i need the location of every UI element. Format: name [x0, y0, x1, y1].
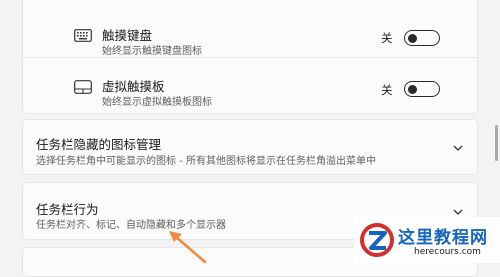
watermark-title: 这里教程网 [398, 228, 488, 248]
touchpad-icon [74, 80, 92, 94]
annotation-arrow [169, 231, 207, 263]
virtual-touchpad-subtitle: 始终显示虚拟触摸板图标 [102, 97, 212, 108]
virtual-touchpad-toggle[interactable] [404, 81, 440, 97]
watermark-logo-icon [360, 223, 394, 257]
hidden-icons-title: 任务栏隐藏的图标管理 [36, 137, 162, 152]
toggle-knob [408, 33, 417, 43]
watermark-url: herecours.com [414, 247, 481, 257]
virtual-touchpad-state: 关 [381, 83, 393, 97]
hidden-icons-card[interactable]: 任务栏隐藏的图标管理 选择任务栏角中可能显示的图标 - 所有其他图标将显示在任务… [22, 119, 478, 175]
taskbar-corner-icons-card [22, 0, 478, 114]
touch-keyboard-subtitle: 始终显示触摸键盘图标 [102, 46, 202, 57]
scrollbar[interactable] [495, 125, 498, 161]
row-divider [23, 57, 477, 58]
touch-keyboard-toggle[interactable] [404, 30, 440, 46]
toggle-knob [408, 84, 417, 94]
chevron-down-icon[interactable] [451, 141, 465, 155]
touch-keyboard-state: 关 [381, 31, 393, 45]
watermark: 这里教程网 herecours.com [354, 217, 500, 263]
hidden-icons-subtitle: 选择任务栏角中可能显示的图标 - 所有其他图标将显示在任务栏角溢出菜单中 [36, 156, 376, 167]
keyboard-icon [74, 29, 92, 42]
